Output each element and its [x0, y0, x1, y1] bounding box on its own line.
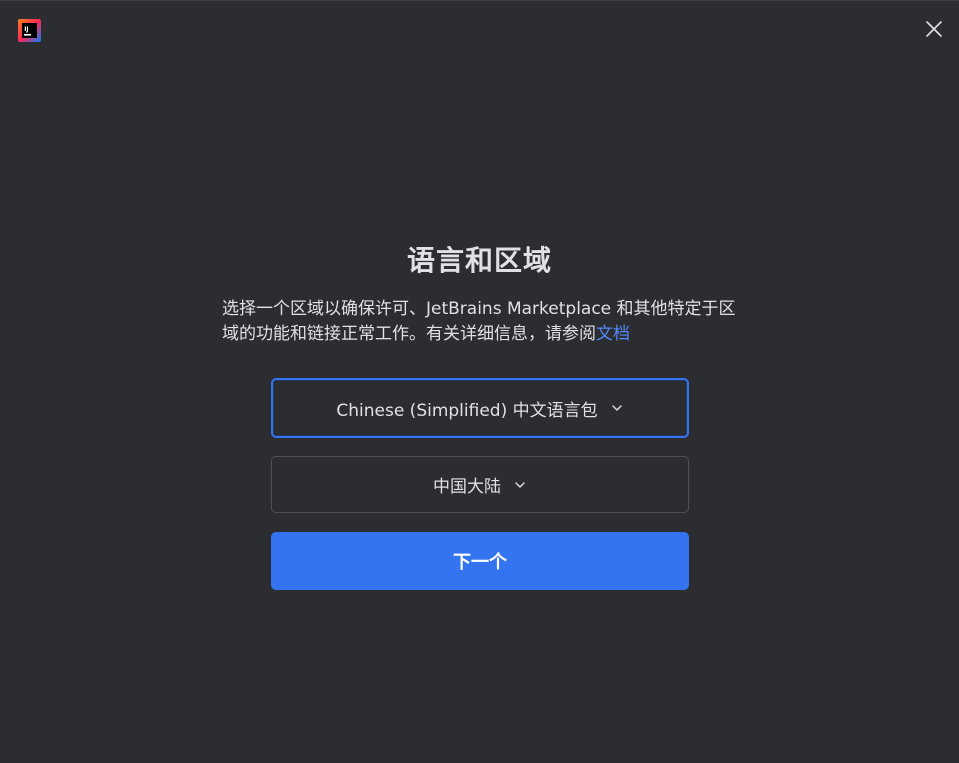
svg-text:IJ: IJ	[24, 26, 28, 33]
description-body: 选择一个区域以确保许可、JetBrains Marketplace 和其他特定于…	[222, 299, 736, 344]
documentation-link[interactable]: 文档	[596, 324, 630, 344]
region-select-value: 中国大陆	[433, 477, 501, 497]
description-text: 选择一个区域以确保许可、JetBrains Marketplace 和其他特定于…	[222, 297, 742, 347]
language-select[interactable]: Chinese (Simplified) 中文语言包	[271, 378, 689, 438]
next-button[interactable]: 下一个	[271, 532, 689, 590]
close-icon[interactable]	[922, 17, 946, 41]
chevron-down-icon	[515, 481, 525, 488]
language-select-value: Chinese (Simplified) 中文语言包	[336, 400, 598, 421]
intellij-idea-logo-icon: IJ	[18, 19, 41, 42]
dialog-window: IJ 语言和区域 选择一个区域以确保许可、JetBrains Marketpla…	[0, 0, 959, 763]
region-select[interactable]: 中国大陆	[271, 456, 689, 513]
chevron-down-icon	[611, 405, 622, 411]
page-title: 语言和区域	[406, 244, 552, 277]
